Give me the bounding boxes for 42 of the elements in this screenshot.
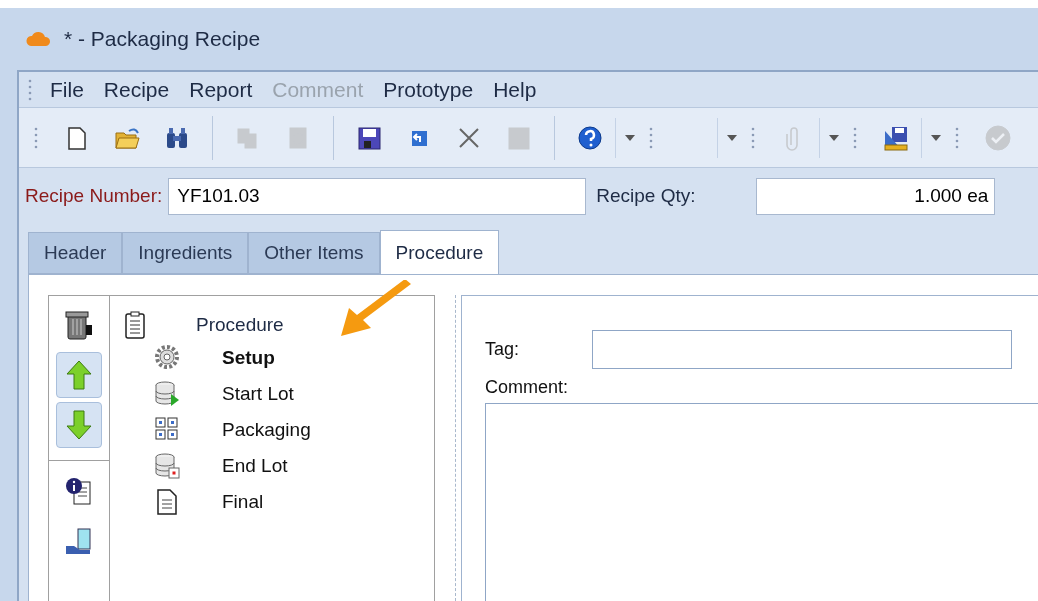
down-arrow-icon [64,409,94,441]
menu-item[interactable]: File [42,71,92,108]
database-stop-icon [154,452,180,480]
tab[interactable]: Other Items [248,232,380,274]
recipe-quantity-field[interactable]: 1.000 ea [756,178,996,215]
save-icon [356,124,382,151]
menu-item[interactable]: Prototype [375,71,482,108]
recipe-number-field[interactable]: YF101.03 [168,178,587,215]
caret-icon [930,134,941,141]
menu-item[interactable]: Recipe [95,71,178,108]
tab[interactable]: Procedure [379,230,500,275]
cloud-icon [26,31,52,47]
clipboard-icon [124,311,146,339]
field-label: Comment: [485,376,569,399]
tree-item[interactable]: Final [222,487,264,517]
caret-icon [624,134,635,141]
help-icon [577,124,603,151]
field-label: Recipe Number: [25,184,163,209]
window-title: * - Packaging Recipe [64,26,261,53]
comment-field[interactable] [485,403,1038,601]
field-label: Tag: [485,338,521,361]
tree-item[interactable]: Start Lot [222,379,294,409]
caret-icon [726,134,737,141]
caret-icon [828,134,839,141]
tag-field[interactable] [592,330,1012,369]
tree-item[interactable]: Setup [222,343,275,373]
tree-item[interactable]: Packaging [222,415,311,445]
document-icon [154,488,180,516]
checkmark-icon [985,124,1011,151]
tree-item[interactable]: Procedure [196,310,284,340]
tree-item[interactable]: End Lot [222,451,288,481]
up-arrow-icon [64,359,94,391]
info-document-icon [64,476,94,508]
tab[interactable]: Ingredients [122,232,249,274]
database-play-icon [154,380,180,408]
gear-icon [154,344,180,372]
menu-item[interactable]: Help [485,71,545,108]
trash-can-icon [64,309,94,341]
field-label: Recipe Qty: [596,184,697,209]
menu-item[interactable]: Report [181,71,261,108]
tab[interactable]: Header [28,232,123,274]
ruler-floppy-icon [883,124,909,151]
